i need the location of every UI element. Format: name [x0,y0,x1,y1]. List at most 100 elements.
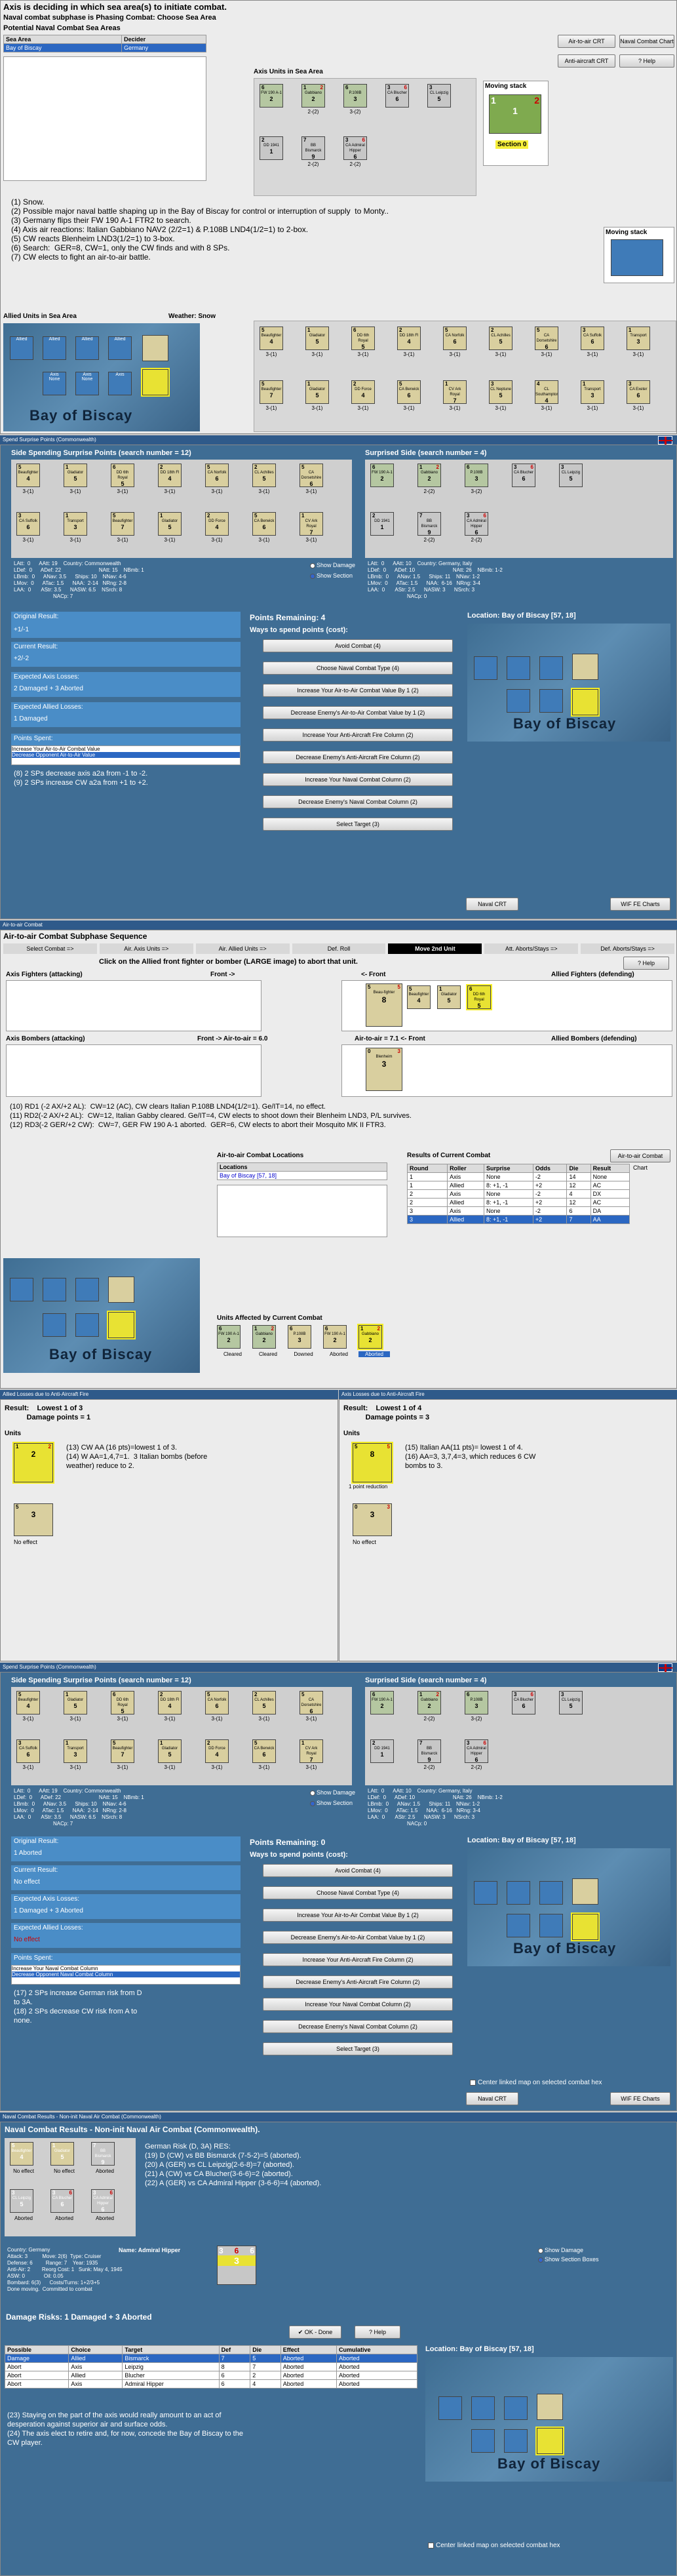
map-box-axis-3[interactable]: Axis None [43,372,66,395]
map-box-allied-3[interactable]: Allied [75,336,99,360]
spending-unit-counter[interactable]: 5 CA Berwick 6 [252,1739,276,1763]
ncr-box-5[interactable] [504,2429,528,2453]
affected-unit-counter[interactable]: 6 P.108B 3 [288,1325,311,1349]
loc-box-5[interactable] [539,689,563,713]
map-box-axis-1[interactable]: Axis None [75,372,99,395]
spend-option-button[interactable]: Increase Your Air-to-Air Combat Value By… [263,684,453,697]
spending-unit-counter[interactable]: 2 DD 18th Fl 4 [158,1691,182,1714]
show-damage-radio[interactable]: Show Damage [310,562,355,568]
ncr-center-map[interactable]: Center linked map on selected combat hex [428,2542,560,2549]
center-map-checkbox[interactable]: Center linked map on selected combat hex [470,2079,602,2086]
allied-unit-counter[interactable]: 5 CA Berwick 6 [397,380,421,404]
spending-unit-counter[interactable]: 5 Beaufighter 4 [16,1691,40,1714]
a2a-help-button[interactable]: ? Help [623,957,669,970]
ps2-item-2[interactable]: Decrease Opponent Naval Combat Column [12,1972,240,1977]
air-to-air-crt-button[interactable]: Air-to-air CRT [558,35,615,48]
allied-unit-counter[interactable]: 2 CL Achilles 5 [489,327,513,350]
spending-unit-counter[interactable]: 6 DD 6th Royal 5 [111,464,134,487]
spend-option-button[interactable]: Decrease Enemy's Air-to-Air Combat Value… [263,1931,453,1944]
ncr-axis-stack[interactable] [535,2427,564,2455]
ncr-row[interactable]: Abort Axis Admiral Hipper 6 4 Aborted Aborted [4,2379,417,2388]
a2a-box-4[interactable] [43,1313,66,1337]
map-allied-stack[interactable] [142,335,168,361]
map-box-allied-2[interactable]: Allied [43,336,66,360]
spend-option-button[interactable]: Increase Your Naval Combat Column (2) [263,773,453,786]
allied-unit-counter[interactable]: 3 CA Exeter 6 [627,380,650,404]
help-button[interactable]: ? Help [619,54,674,68]
ncr-box-1[interactable] [438,2396,462,2420]
show-damage-radio-2[interactable]: Show Damage [310,1789,355,1796]
spend-option-button[interactable]: Increase Your Anti-Aircraft Fire Column … [263,1953,453,1966]
naval-crt-button[interactable]: Naval CRT [466,898,518,911]
points-spent-list[interactable]: Increase Your Air-to-Air Combat Value De… [11,745,241,765]
ncr-row[interactable]: Abort Allied Blucher 6 2 Aborted Aborted [4,2371,417,2380]
surprised-unit-counter[interactable]: 2 DD 1941 1 [370,512,394,536]
affected-unit-counter[interactable]: 1 2 Gabbiano 2 [252,1325,276,1349]
allied-unit-counter[interactable]: 6 DD 6th Royal 5 [351,327,375,350]
affected-unit-counter[interactable]: 6 FW 190 A-1 2 [217,1325,241,1349]
location-map[interactable]: Bay of Biscay [467,624,670,742]
allied-unit-counter[interactable]: 1 CV Ark Royal 7 [443,380,467,404]
moving-stack-counter[interactable]: 12 1 [489,94,541,134]
loc-box-3[interactable] [539,656,563,680]
allied-unit-counter[interactable]: 5 Beaufighter 7 [260,380,283,404]
loc-axis-stack[interactable] [571,688,600,717]
loc-allied-stack[interactable] [572,654,598,680]
axis-unit-counter[interactable]: 7 BB Bismarck 9 [301,136,325,160]
surprised-unit-counter[interactable]: 3 6 CA Blucher 6 [512,1691,535,1714]
bay-of-biscay-map[interactable]: Bay of Biscay Allied Allied Allied Allie… [3,323,200,431]
sea-area-row[interactable]: Bay of Biscay Germany [3,43,206,52]
ncr-box-2[interactable] [471,2396,495,2420]
spending-unit-counter[interactable]: 1 Gladiator 5 [64,1691,87,1714]
ncr-unit-counter[interactable]: 5 Beaufighter 4 [10,2142,33,2166]
a2a-box-1[interactable] [10,1278,33,1301]
spend-option-button[interactable]: Select Target (3) [263,2042,453,2055]
axis-unit-counter[interactable]: 3 CL Leipzig 5 [427,84,451,108]
axis-unit-counter[interactable]: 6 FW 190 A-1 2 [260,84,283,108]
loc2-box-4[interactable] [507,1914,530,1937]
allied-unit-counter[interactable]: 1 Transport 3 [627,327,650,350]
loc-box-2[interactable] [507,656,530,680]
allied-unit-counter[interactable]: 3 CL Neptune 5 [489,380,513,404]
surprised-unit-counter[interactable]: 6 FW 190 A-1 2 [370,1691,394,1714]
ncr-show-damage[interactable]: Show Damage [538,2247,583,2253]
loc-box-4[interactable] [507,689,530,713]
loc-box-1[interactable] [474,656,497,680]
spending-unit-counter[interactable]: 1 Transport 3 [64,512,87,536]
allied-unit-counter[interactable]: 5 Beaufighter 4 [260,327,283,350]
spend-option-button[interactable]: Avoid Combat (4) [263,1864,453,1877]
result-row[interactable]: 1 Allied 8: +1, -1 +2 12 AC [406,1181,630,1190]
spend-option-button[interactable]: Choose Naval Combat Type (4) [263,662,453,675]
surprised-unit-counter[interactable]: 3 CL Leipzig 5 [559,1691,583,1714]
a2a-map[interactable]: Bay of Biscay [3,1258,200,1373]
a2a-box-2[interactable] [43,1278,66,1301]
spend-option-button[interactable]: Increase Your Anti-Aircraft Fire Column … [263,728,453,742]
surprised-unit-counter[interactable]: 3 6 CA Admiral Hipper 6 [465,512,488,536]
spending-unit-counter[interactable]: 1 Transport 3 [64,1739,87,1763]
spending-unit-counter[interactable]: 2 CL Achilles 5 [252,1691,276,1714]
spending-unit-counter[interactable]: 5 Beaufighter 7 [111,1739,134,1763]
spending-unit-counter[interactable]: 5 CA Norfolk 6 [205,1691,229,1714]
a2a-axis-stack[interactable] [107,1311,136,1339]
anti-aircraft-crt-button[interactable]: Anti-aircraft CRT [558,54,615,68]
surprised-unit-counter[interactable]: 1 2 Gabbiano 2 [417,464,441,487]
spending-unit-counter[interactable]: 2 CL Achilles 5 [252,464,276,487]
a2a-allied-stack[interactable] [108,1277,134,1303]
surprised-unit-counter[interactable]: 3 6 CA Blucher 6 [512,464,535,487]
spending-unit-counter[interactable]: 1 CV Ark Royal 7 [300,512,323,536]
naval-crt-button-2[interactable]: Naval CRT [466,2092,518,2105]
p108-counter[interactable]: 53 [14,1503,53,1536]
axis-unit-counter[interactable]: 3 6 CA Blucher 6 [385,84,409,108]
spending-unit-counter[interactable]: 2 DD Force 4 [205,512,229,536]
show-section-radio[interactable]: Show Section [310,572,353,579]
loc-row[interactable]: Bay of Biscay [57, 18] [217,1171,387,1180]
moving-stack-counter-2[interactable] [611,239,663,276]
ncr-map[interactable]: Bay of Biscay [425,2357,673,2482]
surprised-unit-counter[interactable]: 3 CL Leipzig 5 [559,464,583,487]
ncr-box-4[interactable] [471,2429,495,2453]
spending-unit-counter[interactable]: 1 Gladiator 5 [158,512,182,536]
map-box-axis-2[interactable]: Axis [108,372,132,395]
result-row[interactable]: 3 Allied 8: +1, -1 +2 7 AA [406,1215,630,1224]
blenheim-aa-counter[interactable]: 033 [353,1503,392,1536]
axis-unit-counter[interactable]: 2 DD 1941 1 [260,136,283,160]
